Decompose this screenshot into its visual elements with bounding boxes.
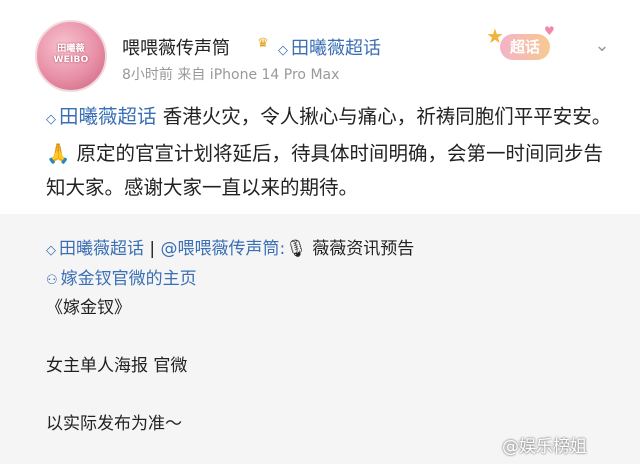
repost-body: 《嫁金钗》 女主单人海报 官微 以实际发布为准～ <box>46 298 188 434</box>
profile-link[interactable]: ⚇ 嫁金钗官微的主页 <box>46 264 197 289</box>
diamond-icon: ◇ <box>278 43 288 58</box>
microphone-icon: 🎙 <box>285 239 307 259</box>
diamond-icon: ◇ <box>46 112 56 127</box>
super-topic-stamp: ★ 超话 ♥ <box>486 24 555 68</box>
crown-icon: ♛ <box>257 36 269 51</box>
repost-announce: 薇薇资讯预告 <box>306 239 415 259</box>
watermark: @娱乐榜姐 <box>502 437 587 457</box>
heart-icon: ♥ <box>544 24 555 38</box>
repost-header: ◇ 田曦薇超话 | @喂喂薇传声筒:🎙 薇薇资讯预告 <box>46 234 414 259</box>
stamp-label: 超话 <box>500 34 550 60</box>
avatar-logo-text: 田曦薇 WEIBO <box>53 44 89 65</box>
topic-link-label: 田曦薇超话 <box>291 38 381 59</box>
avatar[interactable]: 田曦薇 WEIBO <box>35 20 107 92</box>
separator: | <box>144 239 161 259</box>
chevron-down-icon[interactable]: ⌄ <box>592 36 612 56</box>
post-content: ◇ 田曦薇超话 香港火灾，令人揪心与痛心，祈祷同胞们平平安安。🙏 原定的官宣计划将… <box>46 100 616 205</box>
diamond-icon: ◇ <box>46 243 56 258</box>
post-header: 田曦薇 WEIBO 喂喂薇传声筒 ♛ ◇ 田曦薇超话 8小时前 来自 iPhone… <box>0 0 640 96</box>
post-meta: 8小时前 来自 iPhone 14 Pro Max <box>122 67 340 83</box>
username[interactable]: 喂喂薇传声筒 <box>122 34 230 60</box>
repost-topic-link[interactable]: ◇ 田曦薇超话 <box>46 239 144 259</box>
repost-mention[interactable]: @喂喂薇传声筒: <box>161 239 286 259</box>
repost-card[interactable]: ◇ 田曦薇超话 | @喂喂薇传声筒:🎙 薇薇资讯预告 ⚇ 嫁金钗官微的主页 《嫁金钗… <box>0 214 640 464</box>
user-icon: ⚇ <box>46 273 58 288</box>
topic-link[interactable]: ◇ 田曦薇超话 <box>278 34 381 60</box>
content-topic-link[interactable]: ◇ 田曦薇超话 <box>46 105 157 128</box>
